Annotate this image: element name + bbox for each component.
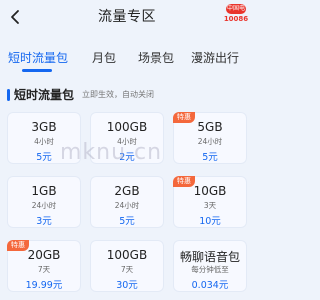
package-duration: 3天 [203,201,217,210]
package-price: 10元 [199,216,221,227]
package-amount: 1GB [31,184,57,198]
package-duration: 24小时 [31,201,57,210]
brand-logo-badge: 中国电信 [226,4,246,22]
package-amount: 100GB [106,248,148,262]
section-accent-bar [7,89,10,101]
section-title: 短时流量包 [14,88,75,102]
package-card[interactable]: 100GB 7天 30元 [90,240,164,292]
package-duration: 24小时 [197,137,223,146]
package-duration: 24小时 [114,201,140,210]
active-tab-indicator [22,69,52,72]
package-card[interactable]: 畅聊语音包 每分钟低至 0.034元 [173,240,247,292]
tab-monthly[interactable]: 月包 [92,49,116,66]
package-card[interactable]: 1GB 24小时 3元 [7,176,81,228]
package-card[interactable]: 2GB 24小时 5元 [90,176,164,228]
package-duration: 7天 [37,265,51,274]
brand-logo: 中国电信 10086 [224,4,248,32]
page-title: 流量专区 [98,9,156,25]
package-amount: 10GB [193,184,227,198]
package-amount: 20GB [27,248,61,262]
brand-logo-number: 10086 [223,15,249,23]
section-subtitle: 立即生效，自动关闭 [82,90,154,99]
section-header: 短时流量包 立即生效，自动关闭 [0,80,254,106]
package-amount: 畅聊语音包 [179,250,240,264]
package-price: 5元 [202,152,218,163]
package-price: 3元 [36,216,52,227]
package-duration: 每分钟低至 [191,265,229,274]
tab-bar: 短时流量包 月包 场景包 漫游出行 [0,40,254,74]
package-duration: 7天 [120,265,134,274]
package-price: 30元 [116,280,138,291]
package-amount: 2GB [114,184,140,198]
watermark: mknu.cn [60,140,163,165]
package-amount: 100GB [106,120,148,134]
package-price: 0.034元 [191,280,229,291]
header: 流量专区 中国电信 10086 [0,0,254,36]
package-card[interactable]: 特惠 5GB 24小时 5元 [173,112,247,164]
tab-roaming[interactable]: 漫游出行 [191,49,239,66]
package-price: 5元 [119,216,135,227]
package-card[interactable]: 特惠 10GB 3天 10元 [173,176,247,228]
package-card[interactable]: 特惠 20GB 7天 19.99元 [7,240,81,292]
tab-scenario[interactable]: 场景包 [138,49,174,66]
package-price: 19.99元 [25,280,63,291]
package-amount: 3GB [31,120,57,134]
tab-short-term[interactable]: 短时流量包 [8,49,68,66]
package-amount: 5GB [197,120,223,134]
